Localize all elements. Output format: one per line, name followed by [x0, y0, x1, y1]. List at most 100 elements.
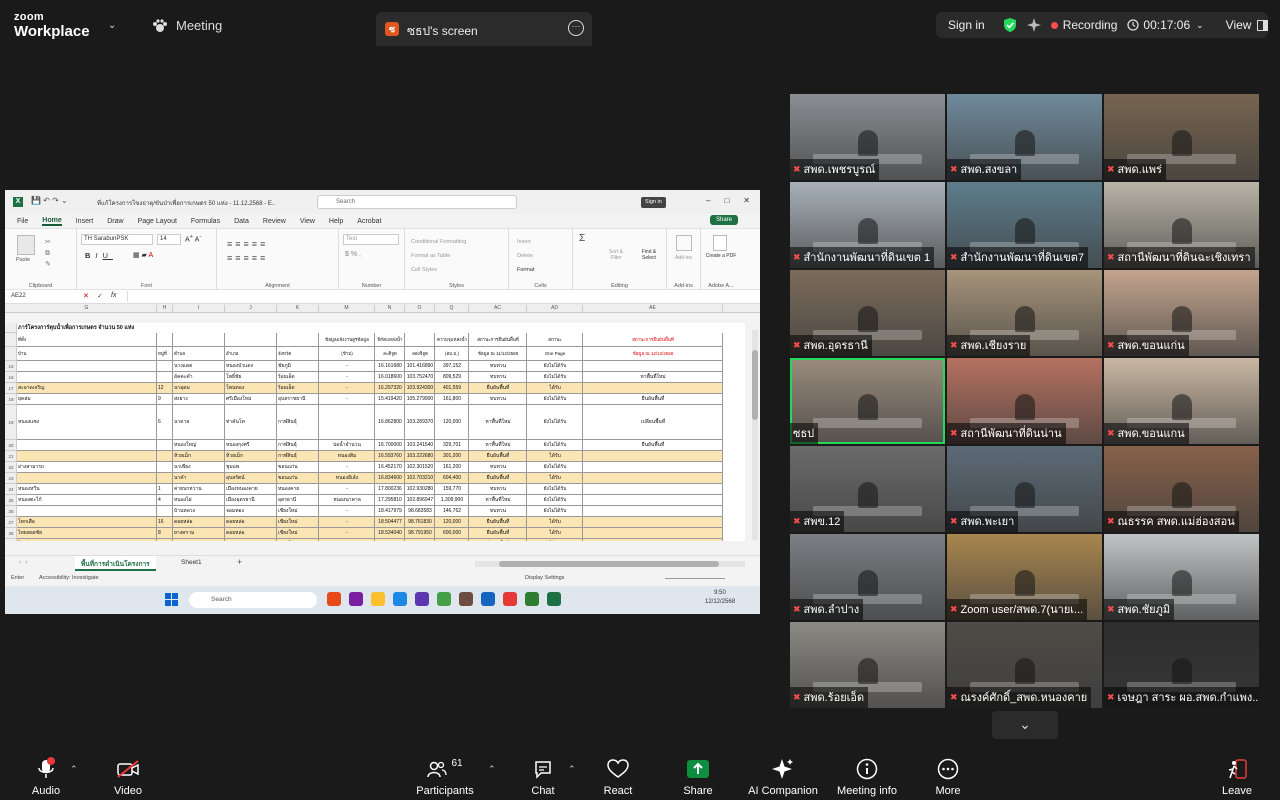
table-cell[interactable]: 809,529 — [435, 372, 469, 383]
header-cell[interactable]: ความจุแหล่งน้ำ — [435, 333, 469, 347]
table-cell[interactable]: ยังไม่ได้รับ — [527, 495, 583, 506]
table-cell[interactable] — [157, 462, 173, 473]
table-cell[interactable]: จอมทอง — [225, 506, 277, 517]
table-cell[interactable]: ทบทวน — [469, 361, 527, 372]
table-cell[interactable]: ดอยหล่อ — [173, 517, 225, 528]
table-cell[interactable]: นาอุดม — [173, 383, 225, 394]
table-cell[interactable]: ท่าคันโท — [225, 405, 277, 440]
conditional-formatting-button[interactable]: Conditional Formatting — [411, 235, 466, 249]
table-cell[interactable] — [583, 495, 723, 506]
column-header[interactable]: N — [375, 305, 405, 313]
participant-tile[interactable]: ✖ สพด.สงขลา — [947, 94, 1102, 180]
zoom-slider[interactable] — [665, 578, 725, 579]
table-cell[interactable]: ยืนยันพื้นที่ — [469, 517, 527, 528]
table-cell[interactable]: ยางคราม — [173, 528, 225, 539]
table-cell[interactable]: 18.417979 — [375, 506, 405, 517]
header-cell[interactable]: ข้อมูล ณ 11/12/2568 — [469, 347, 527, 361]
excel-menu-help[interactable]: Help — [329, 218, 343, 225]
table-cell[interactable]: ยืนยันพื้นที่ — [469, 473, 527, 484]
function-icon[interactable]: fx — [111, 292, 116, 299]
table-cell[interactable]: กาฬสินธุ์ — [277, 405, 319, 440]
header-cell[interactable]: One Page — [527, 347, 583, 361]
taskbar-app-icon[interactable] — [349, 592, 363, 606]
taskbar-app-icon[interactable] — [525, 592, 539, 606]
table-cell[interactable] — [17, 372, 157, 383]
header-cell[interactable]: จังหวัด — [277, 347, 319, 361]
table-cell[interactable]: อุบลรัตน์ — [225, 473, 277, 484]
table-cell[interactable]: นาดาล — [173, 405, 225, 440]
audio-options-chevron[interactable]: ⌃ — [70, 764, 78, 775]
table-cell[interactable] — [157, 506, 173, 517]
header-cell[interactable] — [225, 333, 277, 347]
table-cell[interactable]: - — [319, 394, 375, 405]
table-cell[interactable] — [583, 517, 723, 528]
row-number[interactable]: 26 — [5, 506, 17, 517]
windows-start-icon[interactable] — [165, 593, 178, 606]
table-cell[interactable] — [583, 528, 723, 539]
header-cell[interactable]: ละติจูด — [375, 347, 405, 361]
row-number[interactable]: 29 — [5, 539, 17, 541]
participant-tile[interactable]: ✖ สพด.เพชรบูรณ์ — [790, 94, 945, 180]
table-cell[interactable]: - — [319, 383, 375, 394]
name-box[interactable]: AE22 — [11, 293, 26, 299]
chat-button[interactable]: Chat — [526, 748, 560, 800]
scrollbar-thumb[interactable] — [752, 350, 758, 420]
excel-search[interactable]: Search — [317, 195, 517, 209]
table-cell[interactable]: ทบทวน — [469, 506, 527, 517]
header-cell[interactable]: บ้าน — [17, 347, 157, 361]
table-cell[interactable]: 103.289370 — [405, 405, 435, 440]
view-layout-icon[interactable] — [1257, 19, 1269, 31]
cell-styles-button[interactable]: Cell Styles — [411, 263, 466, 277]
row-number[interactable] — [5, 347, 17, 361]
column-header[interactable]: AC — [469, 305, 527, 313]
table-cell[interactable]: ขอนแก่น — [277, 473, 319, 484]
table-cell[interactable]: 120,000 — [435, 517, 469, 528]
meeting-info-button[interactable]: Meeting info — [834, 748, 900, 800]
table-cell[interactable] — [583, 473, 723, 484]
table-cell[interactable]: 18.524680 — [375, 539, 405, 541]
header-cell[interactable]: สถานะการยืนยันพื้นที่ — [469, 333, 527, 347]
table-cell[interactable]: เปลี่ยนพื้นที่ — [583, 405, 723, 440]
taskbar-app-icon[interactable] — [327, 592, 341, 606]
table-cell[interactable]: 101.416890 — [405, 361, 435, 372]
horizontal-scrollbar[interactable] — [475, 561, 745, 567]
table-cell[interactable]: เชียงใหม่ — [277, 539, 319, 541]
table-cell[interactable]: 98.780727 — [405, 539, 435, 541]
header-cell[interactable] — [405, 333, 435, 347]
chevron-down-icon[interactable]: ⌄ — [108, 20, 116, 31]
table-cell[interactable]: 98.683583 — [405, 506, 435, 517]
column-header[interactable]: K — [277, 305, 319, 313]
table-cell[interactable]: 1,309,900 — [435, 495, 469, 506]
table-cell[interactable]: นาคำ — [173, 473, 225, 484]
font-style-buttons[interactable]: BIU — [85, 251, 113, 260]
table-cell[interactable]: 16.297320 — [375, 383, 405, 394]
table-cell[interactable]: 161,800 — [435, 394, 469, 405]
formula-input[interactable] — [127, 291, 750, 302]
table-cell[interactable]: 17.800236 — [375, 484, 405, 495]
table-cell[interactable]: หนองแซง — [17, 405, 157, 440]
participant-tile[interactable]: ✖ สพข.12 — [790, 446, 945, 532]
table-cell[interactable]: ได้รับ — [527, 539, 583, 541]
taskbar-app-icon[interactable] — [459, 592, 473, 606]
table-cell[interactable] — [17, 451, 157, 462]
row-number[interactable]: 22 — [5, 462, 17, 473]
addins-icon[interactable] — [676, 235, 692, 251]
row-number[interactable]: 23 — [5, 473, 17, 484]
table-cell[interactable]: ค่ายบกหวาน — [173, 484, 225, 495]
table-cell[interactable]: หนองบัวแดง — [225, 361, 277, 372]
column-header[interactable]: O — [405, 305, 435, 313]
header-cell[interactable]: สถานะ — [527, 333, 583, 347]
row-number[interactable]: 17 — [5, 383, 17, 394]
table-cell[interactable]: ดอยหล่อ — [225, 528, 277, 539]
table-cell[interactable]: 16 — [157, 517, 173, 528]
spreadsheet-grid[interactable]: 151617181920212223242526272829 ภาร์โครงก… — [5, 323, 745, 541]
header-cell[interactable]: อำเภอ — [225, 347, 277, 361]
table-cell[interactable]: หนองไผ่ — [173, 495, 225, 506]
header-cell[interactable]: พิกัดแหล่งน้ำ — [375, 333, 405, 347]
table-cell[interactable]: โพธิ์ชัย — [225, 372, 277, 383]
add-sheet-icon[interactable]: + — [237, 557, 242, 567]
row-number[interactable]: 20 — [5, 440, 17, 451]
column-header[interactable]: AD — [527, 305, 583, 313]
delete-cells-button[interactable]: Delete — [517, 249, 534, 263]
row-number[interactable]: 19 — [5, 405, 17, 440]
